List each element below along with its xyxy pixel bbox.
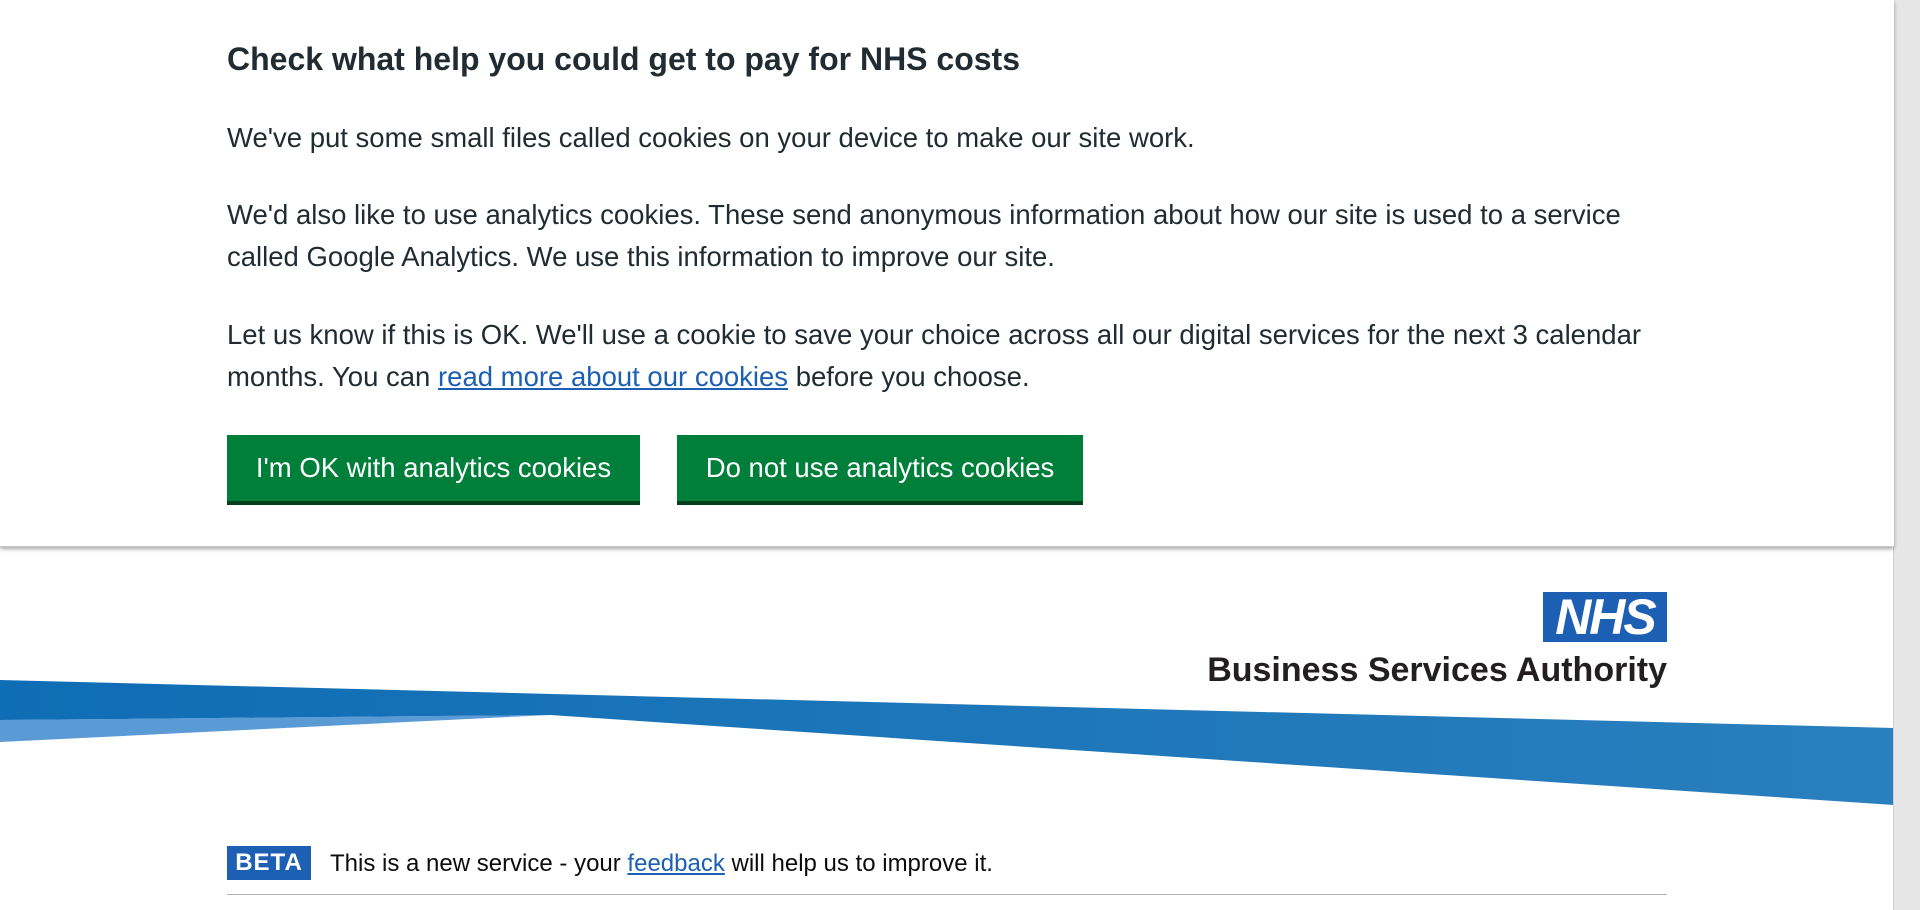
beta-divider (227, 894, 1667, 895)
cookie-choice-text-end: before you choose. (788, 361, 1030, 392)
beta-banner: BETA This is a new service - your feedba… (227, 846, 1667, 896)
nhs-logo-mark: NHS (1543, 592, 1667, 642)
beta-text-start: This is a new service - your (330, 850, 628, 877)
reject-analytics-cookies-button[interactable]: Do not use analytics cookies (677, 435, 1083, 501)
feedback-link[interactable]: feedback (627, 850, 724, 877)
vertical-scrollbar[interactable] (1893, 0, 1920, 910)
cookie-banner: Check what help you could get to pay for… (0, 0, 1894, 547)
header-swoosh (0, 680, 1894, 805)
page: Check what help you could get to pay for… (0, 0, 1920, 910)
cookie-banner-title: Check what help you could get to pay for… (227, 41, 1020, 77)
beta-banner-text: This is a new service - your feedback wi… (330, 846, 993, 882)
swoosh-main-band (0, 680, 1894, 805)
accept-analytics-cookies-button[interactable]: I'm OK with analytics cookies (227, 435, 640, 501)
cookie-intro-text: We've put some small files called cookie… (227, 122, 1195, 153)
cookie-analytics-text: We'd also like to use analytics cookies.… (227, 199, 1621, 272)
beta-text-end: will help us to improve it. (724, 850, 993, 877)
read-more-cookies-link[interactable]: read more about our cookies (438, 361, 788, 392)
beta-tag: BETA (227, 846, 311, 880)
cookie-choice-text: Let us know if this is OK. We'll use a c… (227, 314, 1647, 398)
